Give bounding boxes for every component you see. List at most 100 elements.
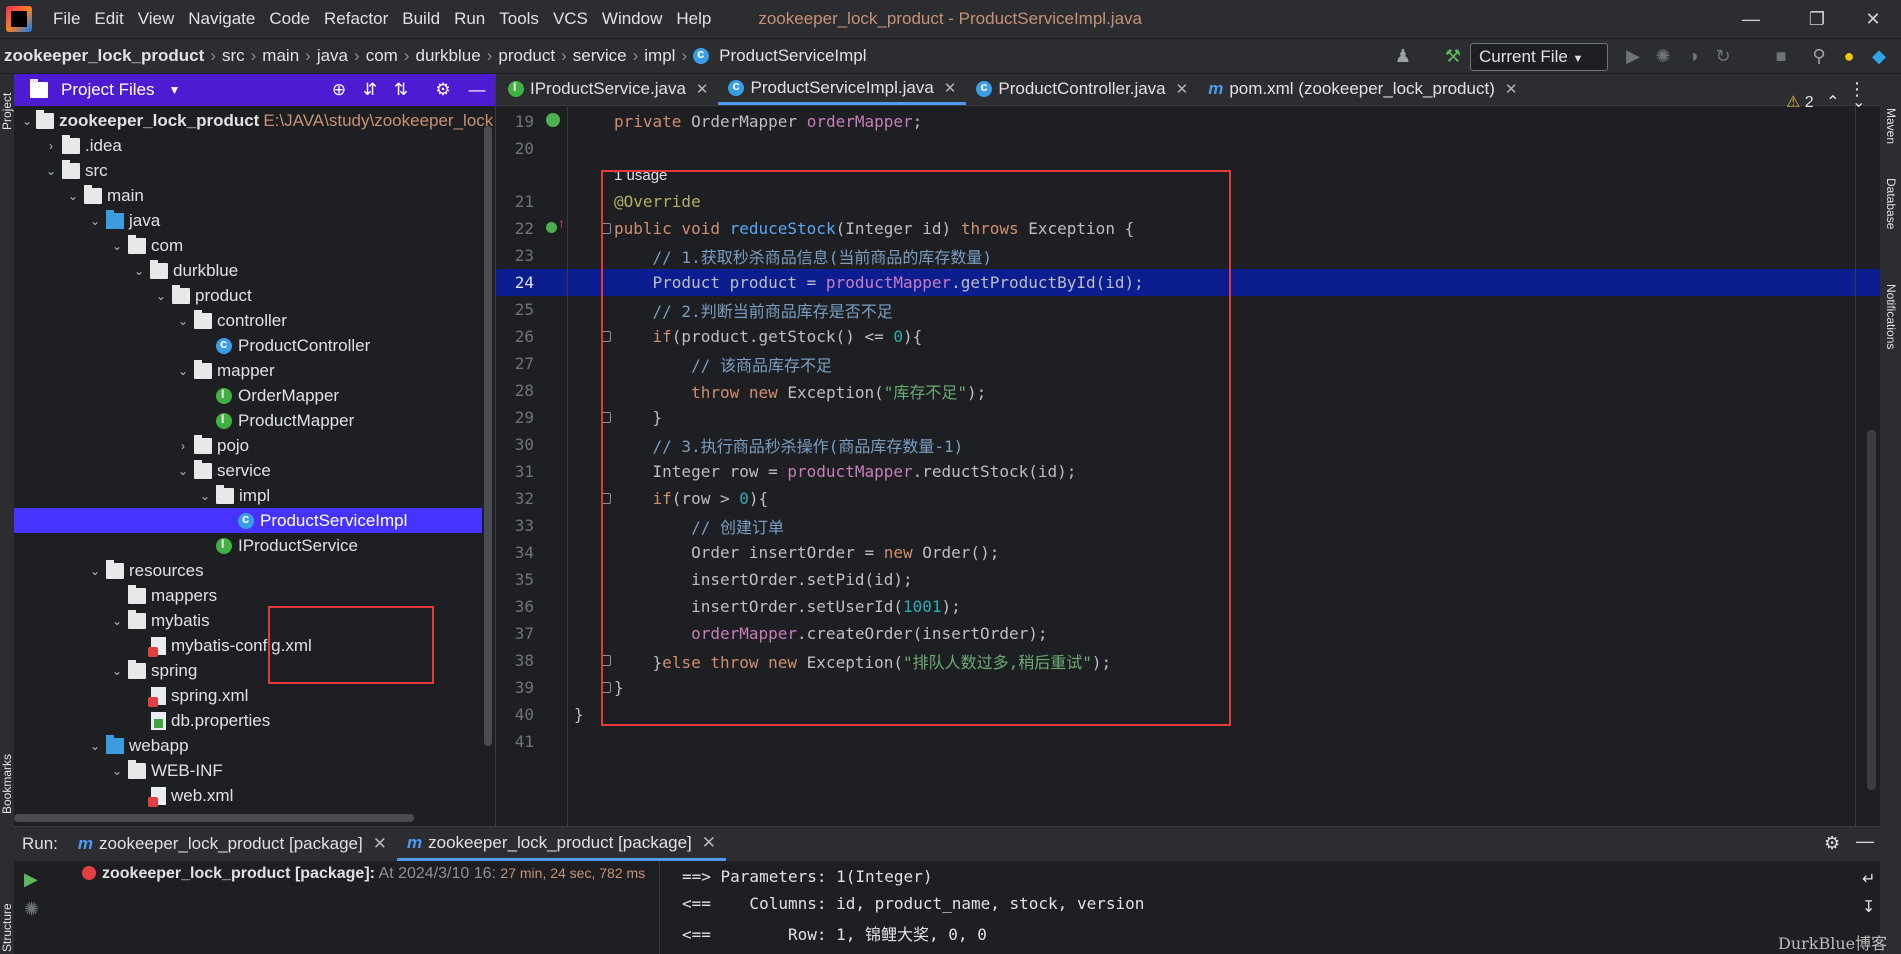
chevron-down-icon[interactable]: ⌄ [110, 664, 124, 678]
close-icon[interactable]: ✕ [696, 80, 709, 98]
user-icon[interactable]: ♟ [1392, 45, 1414, 67]
tree-item-mapper[interactable]: ⌄ mapper [14, 358, 482, 383]
tree-item-productserviceimpl[interactable]: ProductServiceImpl [14, 508, 482, 533]
tree-item-root[interactable]: ⌄ zookeeper_lock_product E:\JAVA\study\z… [14, 108, 493, 133]
collapse-all-icon[interactable]: ⇅ [390, 79, 412, 101]
fold-icon[interactable] [601, 412, 611, 423]
run-icon[interactable]: ▶ [1622, 45, 1644, 67]
close-icon[interactable]: ✕ [702, 833, 716, 853]
close-window-button[interactable]: ✕ [1845, 0, 1901, 38]
breadcrumb-service[interactable]: service [569, 46, 631, 66]
structure-tool-label[interactable]: Structure [0, 903, 14, 952]
menu-view[interactable]: View [131, 9, 182, 29]
project-view-selector[interactable]: Project Files [61, 80, 155, 100]
usage-hint[interactable]: 1 usage [614, 167, 667, 184]
chevron-down-icon[interactable]: ⌄ [176, 314, 190, 328]
tree-item-mappers[interactable]: mappers [14, 583, 482, 608]
tree-item-com[interactable]: ⌄ com [14, 233, 482, 258]
tree-item-productcontroller[interactable]: ProductController [14, 333, 482, 358]
run-task-row[interactable]: zookeeper_lock_product [package]: At 202… [82, 865, 645, 883]
breadcrumb-project[interactable]: zookeeper_lock_product [0, 46, 208, 66]
tree-item-resources[interactable]: ⌄ resources [14, 558, 482, 583]
breadcrumb-product[interactable]: product [494, 46, 559, 66]
chevron-up-icon[interactable]: ⌃ [1826, 94, 1839, 111]
tree-item-src[interactable]: ⌄ src [14, 158, 482, 183]
tree-item-java[interactable]: ⌄ java [14, 208, 482, 233]
implements-icon[interactable] [546, 222, 557, 233]
fold-icon[interactable] [601, 493, 611, 504]
tab-pom-xml[interactable]: m pom.xml (zookeeper_lock_product) ✕ [1198, 73, 1527, 105]
chevron-down-icon[interactable]: ⌄ [154, 289, 168, 303]
expand-all-icon[interactable]: ⇵ [359, 79, 381, 101]
fold-icon[interactable] [601, 223, 611, 234]
fold-icon[interactable] [601, 331, 611, 342]
tab-productcontroller[interactable]: ProductController.java ✕ [966, 73, 1198, 105]
breadcrumb-com[interactable]: com [362, 46, 402, 66]
bookmarks-tool-label[interactable]: Bookmarks [0, 754, 14, 814]
chevron-down-icon[interactable]: ⌄ [132, 264, 146, 278]
tree-item-idea[interactable]: › .idea [14, 133, 482, 158]
breadcrumb-java[interactable]: java [313, 46, 352, 66]
tree-item-impl[interactable]: ⌄ impl [14, 483, 482, 508]
profile-icon[interactable]: ↻ [1712, 45, 1734, 67]
locate-icon[interactable]: ⊕ [328, 79, 350, 101]
tab-productserviceimpl[interactable]: ProductServiceImpl.java ✕ [718, 73, 967, 105]
coverage-icon[interactable]: ◑ [1682, 45, 1704, 67]
tree-item-durkblue[interactable]: ⌄ durkblue [14, 258, 482, 283]
menu-vcs[interactable]: VCS [546, 9, 595, 29]
tree-item-web-inf[interactable]: ⌄ WEB-INF [14, 758, 482, 783]
fold-icon[interactable] [601, 682, 611, 693]
chevron-down-icon[interactable]: ⌄ [176, 464, 190, 478]
tree-item-productmapper[interactable]: ProductMapper [14, 408, 482, 433]
menu-run[interactable]: Run [447, 9, 492, 29]
stop-icon[interactable]: ■ [1770, 45, 1792, 67]
run-configuration-select[interactable]: Current File ▼ [1470, 43, 1608, 71]
chevron-down-icon[interactable]: ⌄ [110, 764, 124, 778]
tree-item-product[interactable]: ⌄ product [14, 283, 482, 308]
menu-help[interactable]: Help [669, 9, 718, 29]
chevron-down-icon[interactable]: ▼ [169, 83, 181, 97]
breadcrumb-impl[interactable]: impl [640, 46, 679, 66]
debug-icon[interactable]: ✺ [1652, 45, 1674, 67]
chevron-down-icon[interactable]: ⌄ [198, 489, 212, 503]
chevron-right-icon[interactable]: › [176, 439, 190, 453]
menu-edit[interactable]: Edit [87, 9, 130, 29]
breadcrumb-productserviceimpl[interactable]: ProductServiceImpl [715, 46, 870, 66]
tree-item-service[interactable]: ⌄ service [14, 458, 482, 483]
horizontal-scrollbar[interactable] [14, 814, 414, 822]
run-tab-1[interactable]: m zookeeper_lock_product [package] ✕ [68, 827, 397, 861]
run-tab-2[interactable]: m zookeeper_lock_product [package] ✕ [396, 827, 727, 861]
close-icon[interactable]: ✕ [373, 834, 387, 854]
gear-icon[interactable]: ⚙ [1824, 833, 1840, 854]
console-output[interactable]: ==> Parameters: 1(Integer) <== Columns: … [670, 861, 1850, 954]
menu-tools[interactable]: Tools [492, 9, 546, 29]
chevron-down-icon[interactable]: ⌄ [110, 614, 124, 628]
rerun-icon[interactable]: ▶ [24, 869, 38, 890]
code-area[interactable]: 19 private OrderMapper orderMapper; 20 1… [496, 106, 1880, 826]
database-tool-label[interactable]: Database [1884, 178, 1898, 229]
tree-item-spring-xml[interactable]: spring.xml [14, 683, 482, 708]
menu-refactor[interactable]: Refactor [317, 9, 395, 29]
close-icon[interactable]: ✕ [1505, 80, 1518, 98]
fold-icon[interactable] [601, 655, 611, 666]
menu-window[interactable]: Window [595, 9, 669, 29]
hide-panel-icon[interactable]: — [466, 79, 488, 101]
notifications-tool-label[interactable]: Notifications [1884, 284, 1898, 349]
tree-item-web-xml[interactable]: web.xml [14, 783, 482, 808]
bean-icon[interactable] [546, 113, 560, 127]
restore-button[interactable]: ❐ [1789, 0, 1845, 38]
menu-code[interactable]: Code [262, 9, 317, 29]
chevron-down-icon[interactable]: ⌄ [66, 189, 80, 203]
chevron-down-icon[interactable]: ⌄ [88, 739, 102, 753]
project-tool-label[interactable]: Project [0, 93, 14, 130]
hide-panel-icon[interactable]: — [1856, 831, 1874, 852]
chevron-right-icon[interactable]: › [44, 139, 58, 153]
tree-item-db-properties[interactable]: db.properties [14, 708, 482, 733]
tree-item-main[interactable]: ⌄ main [14, 183, 482, 208]
scroll-to-end-icon[interactable]: ↧ [1862, 897, 1875, 917]
vertical-scrollbar[interactable] [484, 126, 492, 746]
search-icon[interactable]: ⚲ [1808, 45, 1830, 67]
maven-tool-label[interactable]: Maven [1884, 108, 1898, 144]
chevron-down-icon[interactable]: ⌄ [44, 164, 58, 178]
build-hammer-icon[interactable]: ⚒ [1442, 45, 1464, 67]
